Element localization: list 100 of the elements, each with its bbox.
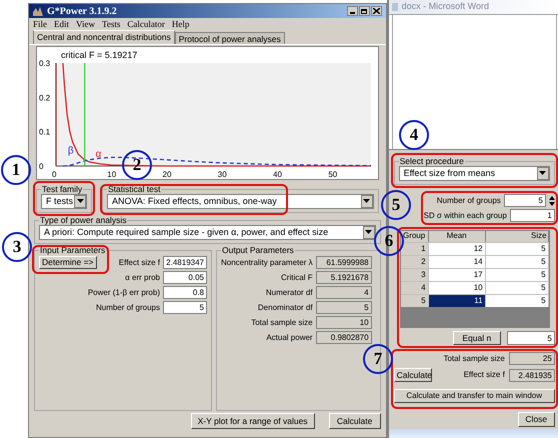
group-label: Output Parameters — [221, 245, 295, 255]
close-button[interactable]: Close — [518, 412, 555, 427]
menu-item[interactable]: Help — [172, 20, 190, 28]
output-field: 25 — [508, 352, 555, 365]
tick-label: 0 — [52, 170, 56, 179]
menu-item[interactable]: Calculator — [127, 20, 165, 28]
output-field: 2.481935 — [508, 368, 555, 382]
number-marker: 5 — [381, 190, 411, 220]
menu-item[interactable]: Tests — [102, 20, 120, 28]
table-cell[interactable]: 5 — [400, 295, 429, 307]
field-label: Number of groups — [96, 302, 160, 314]
maximize-icon[interactable] — [358, 6, 370, 16]
menu-item[interactable]: View — [76, 20, 95, 28]
transfer-button[interactable]: Calculate and transfer to main window — [394, 389, 555, 403]
table-row[interactable]: 5 11 5 — [400, 294, 549, 307]
tick-label: 40 — [273, 170, 282, 179]
plot-button[interactable]: X-Y plot for a range of values — [190, 413, 315, 429]
tick-label: 30 — [218, 170, 227, 179]
document-icon — [392, 3, 398, 11]
field-label: Total sample size — [251, 316, 313, 328]
tick-label: 0.2 — [39, 93, 50, 102]
input-field[interactable]: 5 — [506, 331, 555, 345]
input-field[interactable]: 1 — [510, 209, 555, 222]
output-field: 4 — [316, 286, 372, 299]
dropdown[interactable]: F tests — [41, 194, 87, 209]
output-field: 0.9802870 — [316, 331, 372, 344]
tick-label: 20 — [162, 170, 172, 179]
input-field[interactable]: 0.05 — [163, 271, 207, 284]
table-cell[interactable]: 3 — [400, 269, 429, 281]
chart-title: critical F = 5.19217 — [61, 50, 138, 60]
field-label: Actual power — [266, 332, 313, 344]
column-header: Group — [400, 231, 429, 242]
window-title: docx - Microsoft Word — [402, 0, 489, 14]
minimize-icon[interactable] — [346, 6, 358, 16]
spinner-icon[interactable] — [548, 194, 555, 206]
field-label: Denominator df — [258, 302, 313, 314]
number-marker: 3 — [2, 232, 32, 262]
table-cell[interactable]: 4 — [400, 282, 429, 294]
determine-button[interactable]: Determine => — [39, 256, 96, 269]
window-title: G*Power 3.1.9.2 — [47, 4, 118, 18]
input-field[interactable]: 2.4819347 — [163, 256, 207, 269]
field-label: Total sample size — [443, 352, 505, 364]
column-header: Size — [486, 231, 549, 242]
table-cell[interactable]: 5 — [486, 282, 549, 294]
dropdown[interactable]: ANOVA: Fixed effects, omnibus, one-way — [107, 194, 374, 209]
menu-item[interactable]: Edit — [54, 20, 70, 28]
table-cell[interactable]: 11 — [428, 295, 486, 307]
table-cell[interactable]: 5 — [486, 269, 549, 281]
field-label: α err prob — [125, 272, 160, 284]
area-label: β — [68, 146, 74, 157]
app-icon — [33, 6, 43, 16]
table-row[interactable]: 1 12 5 — [400, 242, 549, 255]
equal-n-button[interactable]: Equal n — [452, 331, 501, 345]
menu-item[interactable]: File — [33, 20, 48, 28]
table-cell[interactable]: 5 — [486, 256, 549, 268]
number-marker: 1 — [1, 155, 31, 185]
field-label: Effect size f — [118, 256, 160, 268]
table-cell[interactable]: 14 — [428, 256, 486, 268]
input-field[interactable]: 0.8 — [163, 286, 207, 299]
group-label: Type of power analysis — [39, 215, 128, 225]
field-label: Critical F — [281, 272, 313, 284]
field-label: Power (1-β err prob) — [88, 286, 160, 298]
input-field[interactable]: 5 — [163, 301, 207, 314]
output-field: 61.5999988 — [316, 256, 372, 269]
field-label: Effect size f — [464, 369, 505, 381]
table-row[interactable]: 2 14 5 — [400, 255, 549, 268]
close-icon[interactable] — [370, 6, 382, 16]
tick-label: 0.1 — [39, 128, 50, 137]
group-label: Test family — [41, 184, 84, 194]
table-cell[interactable]: 5 — [486, 295, 549, 307]
table-cell[interactable]: 12 — [428, 243, 486, 255]
table-cell[interactable]: 5 — [486, 243, 549, 255]
tick-label: 10 — [107, 170, 116, 179]
table-row[interactable]: 4 10 5 — [400, 281, 549, 294]
tab[interactable]: Protocol of power analyses — [174, 32, 285, 44]
calculate-button[interactable]: Calculate — [328, 413, 381, 429]
column-header: Mean — [428, 231, 486, 242]
dropdown[interactable]: Effect size from means — [398, 166, 550, 181]
group-label: Input Parameters — [39, 245, 106, 255]
input-field[interactable]: 5 — [504, 194, 546, 207]
output-field: 5.1921678 — [316, 271, 372, 284]
field-label: Noncentrality parameter λ — [221, 256, 313, 268]
table-cell[interactable]: 1 — [400, 243, 429, 255]
table-cell[interactable]: 2 — [400, 256, 429, 268]
tick-label: 0 — [39, 162, 44, 171]
group-label: Statistical test — [107, 184, 162, 194]
number-marker: 4 — [399, 120, 429, 150]
number-marker: 6 — [374, 226, 404, 256]
field-label: SD σ within each group — [424, 210, 507, 222]
tab[interactable]: Central and noncentral distributions — [33, 30, 175, 44]
tick-label: 50 — [328, 170, 338, 179]
table-cell[interactable]: 10 — [428, 282, 486, 294]
dropdown[interactable]: A priori: Compute required sample size - given α, power, and effect size — [39, 225, 376, 240]
area-label: α — [96, 149, 102, 160]
tick-label: 0.3 — [39, 59, 50, 68]
table-row[interactable]: 3 17 5 — [400, 268, 549, 281]
output-field: 5 — [316, 301, 372, 314]
table-cell[interactable]: 17 — [428, 269, 486, 281]
field-label: Number of groups — [436, 194, 501, 206]
field-label: Numerator df — [266, 286, 313, 298]
